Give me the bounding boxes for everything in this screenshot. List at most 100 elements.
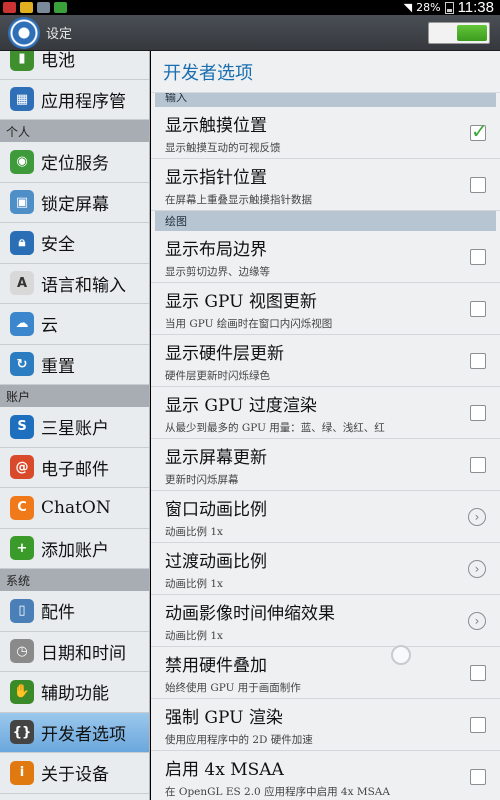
sidebar-item-add-account[interactable]: + 添加账户 [0, 529, 149, 569]
setting-row[interactable]: 显示布局边界 显示剪切边界、边缘等 [151, 231, 500, 283]
sidebar-item-battery[interactable]: ▮ 电池 [0, 51, 149, 80]
setting-title: 显示指针位置 [165, 167, 267, 188]
sidebar-item-chaton[interactable]: C ChatON [0, 488, 149, 529]
battery-icon [444, 1, 454, 14]
setting-row[interactable]: 强制 GPU 渲染 使用应用程序中的 2D 硬件加速 [151, 699, 500, 751]
email-icon: @ [10, 455, 34, 480]
sidebar-item-label: 辅助功能 [41, 684, 109, 705]
sidebar-item-developer[interactable]: {} 开发者选项 [0, 712, 149, 753]
page-title: 开发者选项 [151, 51, 500, 93]
setting-subtitle: 在 OpenGL ES 2.0 应用程序中启用 4x MSAA [165, 785, 390, 798]
setting-row[interactable]: 显示硬件层更新 硬件层更新时闪烁绿色 [151, 335, 500, 387]
setting-subtitle: 使用应用程序中的 2D 硬件加速 [165, 733, 313, 746]
setting-row[interactable]: 窗口动画比例 动画比例 1x › [151, 491, 500, 543]
clock-icon: ◷ [10, 639, 34, 664]
sidebar-item-label: 配件 [41, 603, 75, 624]
checkbox-checked[interactable] [470, 119, 488, 143]
lock-icon: 🔒︎ [10, 230, 34, 255]
checkbox[interactable] [470, 248, 486, 265]
setting-row[interactable]: 动画影像时间伸缩效果动画比例 1x › [151, 595, 500, 647]
setting-row[interactable]: 显示屏幕更新更新时闪烁屏幕 [151, 439, 500, 491]
setting-row[interactable]: 过渡动画比例动画比例 1x › [151, 543, 500, 595]
sidebar: ▮ 电池 ▦ 应用程序管 个人 ◉ 定位服务 ▣ 锁定屏幕 🔒︎ 安全 A 语言和输入 ☁ 云 ↻ 重置 账户 S 三… [0, 51, 150, 800]
setting-title: 过渡动画比例 [165, 551, 267, 572]
sidebar-item-lock-screen[interactable]: ▣ 锁定屏幕 [0, 183, 149, 223]
chaton-icon: C [10, 495, 34, 520]
setting-row[interactable]: 显示 GPU 过度渲染 从最少到最多的 GPU 用量：蓝、绿、浅红、红 [151, 387, 500, 439]
chevron-right-icon[interactable]: › [468, 611, 486, 630]
location-icon: ◉ [10, 149, 34, 174]
lock-screen-icon: ▣ [10, 190, 34, 215]
setting-title: 显示布局边界 [165, 239, 267, 260]
sidebar-item-clock[interactable]: ◷ 日期和时间 [0, 632, 149, 672]
sidebar-item-label: 日期和时间 [41, 643, 126, 664]
sidebar-item-location[interactable]: ◉ 定位服务 [0, 142, 149, 183]
setting-row[interactable]: 启用 4x MSAA 在 OpenGL ES 2.0 应用程序中启用 4x MSA… [151, 751, 500, 800]
checkbox[interactable] [470, 664, 486, 681]
setting-subtitle: 动画比例 1x [165, 577, 223, 590]
setting-row[interactable]: 禁用硬件叠加 始终使用 GPU 用于画面制作 [151, 645, 500, 699]
checkbox[interactable] [470, 456, 486, 473]
sidebar-item-accessory[interactable]: ▯ 配件 [0, 591, 149, 632]
settings-panel: 开发者选项 输入显示触摸位置显示触摸互动的可视反馈显示指针位置在屏幕上重叠显示触… [151, 51, 500, 800]
help-icon [54, 2, 67, 13]
reset-icon: ↻ [10, 352, 34, 377]
action-bar: 设定 [0, 15, 500, 51]
sidebar-item-label: 关于设备 [41, 765, 109, 786]
setting-row[interactable]: 显示 GPU 视图更新 当用 GPU 绘画时在窗口内闪烁视图 [151, 283, 500, 335]
checkbox[interactable] [470, 352, 486, 369]
sidebar-item-samsung-account[interactable]: S 三星账户 [0, 407, 149, 448]
sidebar-item-label: ChatON [41, 497, 111, 518]
category-header: 绘图 [155, 211, 496, 231]
checkbox[interactable] [470, 716, 486, 733]
checkbox[interactable] [470, 768, 486, 785]
sidebar-item-label: 电子邮件 [41, 459, 109, 480]
apps-icon: ▦ [10, 87, 34, 112]
sidebar-item-keyboard[interactable]: A 语言和输入 [0, 264, 149, 304]
sidebar-item-email[interactable]: @ 电子邮件 [0, 448, 149, 488]
developer-icon: {} [10, 720, 34, 745]
checkbox[interactable] [470, 404, 486, 421]
samsung-account-icon: S [10, 414, 34, 439]
master-toggle[interactable] [428, 21, 490, 44]
setting-title: 显示 GPU 过度渲染 [165, 395, 317, 416]
chevron-right-icon[interactable]: › [468, 507, 486, 526]
sidebar-item-label: 云 [41, 316, 58, 337]
gear-icon[interactable] [8, 16, 40, 49]
checkbox[interactable] [470, 176, 486, 193]
app-title: 设定 [46, 27, 73, 42]
notification-icons [0, 2, 67, 13]
section-header: 系统 [0, 569, 149, 591]
sidebar-item-label: 电池 [41, 51, 75, 72]
checkbox[interactable] [470, 300, 486, 317]
battery-icon: ▮ [10, 51, 34, 71]
sidebar-item-accessibility[interactable]: ✋ 辅助功能 [0, 672, 149, 713]
section-header: 个人 [0, 120, 149, 142]
image-icon [37, 2, 50, 13]
setting-row[interactable]: 显示指针位置 在屏幕上重叠显示触摸指针数据 [151, 159, 500, 211]
clock-time: 11:38 [457, 0, 494, 16]
setting-subtitle: 当用 GPU 绘画时在窗口内闪烁视图 [165, 317, 333, 330]
sidebar-item-label: 安全 [41, 235, 75, 256]
setting-subtitle: 更新时闪烁屏幕 [165, 473, 239, 486]
setting-title: 显示屏幕更新 [165, 447, 267, 468]
warning-icon [20, 2, 33, 13]
notification-icon [3, 2, 16, 13]
sidebar-item-cloud[interactable]: ☁ 云 [0, 304, 149, 345]
section-header: 账户 [0, 385, 149, 407]
accessibility-icon: ✋ [10, 679, 34, 704]
sidebar-item-info[interactable]: i 关于设备 [0, 753, 149, 794]
setting-subtitle: 显示触摸互动的可视反馈 [165, 141, 281, 154]
sidebar-item-apps[interactable]: ▦ 应用程序管 [0, 80, 149, 120]
touch-indicator [391, 645, 411, 665]
cloud-icon: ☁ [10, 311, 34, 336]
chevron-right-icon[interactable]: › [468, 559, 486, 578]
setting-subtitle: 硬件层更新时闪烁绿色 [165, 369, 270, 382]
setting-title: 禁用硬件叠加 [165, 655, 267, 676]
setting-subtitle: 动画比例 1x [165, 629, 223, 642]
setting-row[interactable]: 显示触摸位置显示触摸互动的可视反馈 [151, 107, 500, 159]
setting-title: 显示触摸位置 [165, 115, 267, 136]
sidebar-item-reset[interactable]: ↻ 重置 [0, 345, 149, 385]
sidebar-item-lock[interactable]: 🔒︎ 安全 [0, 223, 149, 264]
setting-title: 动画影像时间伸缩效果 [165, 603, 335, 624]
